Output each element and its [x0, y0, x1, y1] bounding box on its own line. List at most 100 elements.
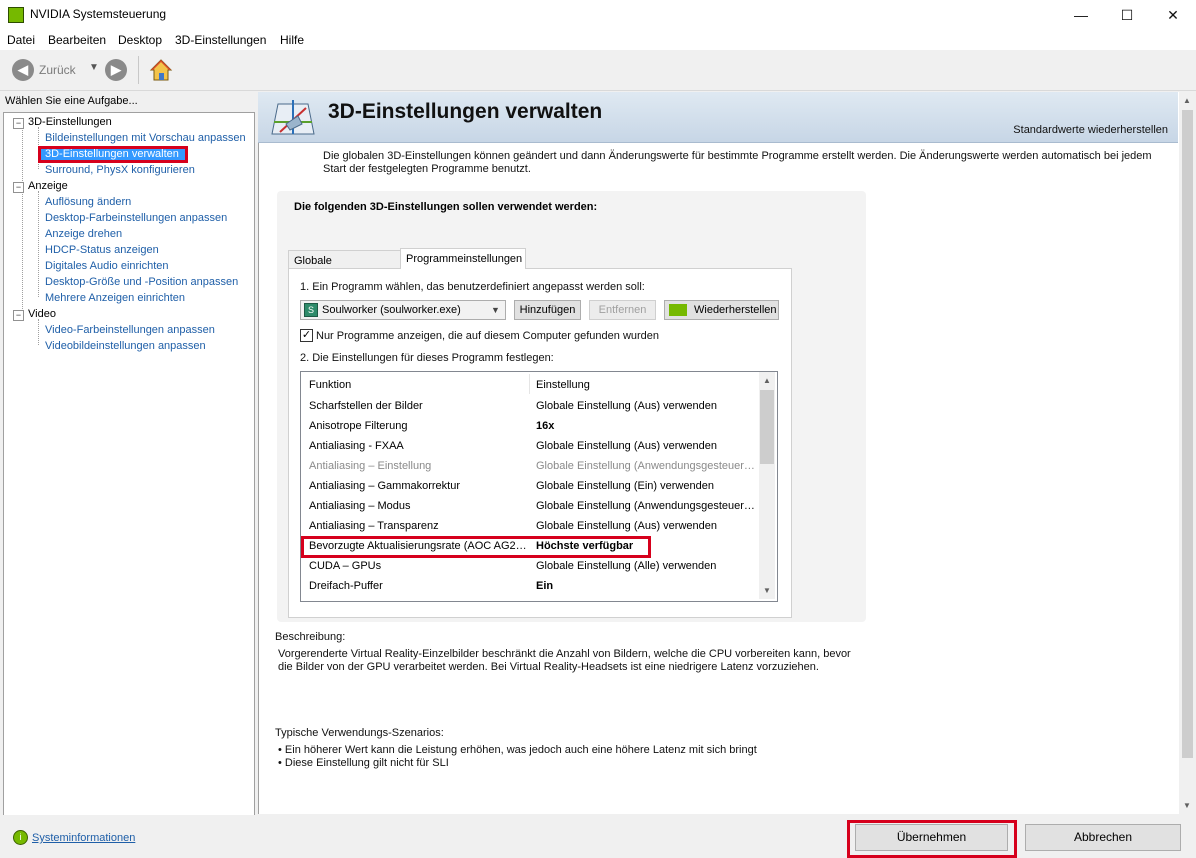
setting-value[interactable]: Globale Einstellung (Aus) verwenden: [536, 440, 756, 452]
menu-bearbeiten[interactable]: Bearbeiten: [48, 33, 106, 47]
add-program-button[interactable]: Hinzufügen: [514, 300, 581, 320]
back-button-label[interactable]: Zurück: [39, 63, 76, 77]
setting-value[interactable]: Globale Einstellung (Alle) verwenden: [536, 560, 756, 572]
tree-item-aufloesung[interactable]: Auflösung ändern: [45, 196, 131, 208]
toolbar: ◀ Zurück ▼ ▶: [0, 50, 1196, 91]
home-icon[interactable]: [149, 58, 173, 82]
settings-rows: Scharfstellen der Bilder Globale Einstell…: [301, 396, 759, 601]
tab-programmeinstellungen[interactable]: Programmeinstellungen: [400, 248, 526, 270]
collapse-video-icon[interactable]: −: [13, 310, 24, 321]
group-title: Die folgenden 3D-Einstellungen sollen ve…: [294, 201, 598, 213]
tree-item-desktop-groesse[interactable]: Desktop-Größe und -Position anpassen: [45, 276, 238, 288]
history-dropdown-icon[interactable]: ▼: [89, 62, 99, 73]
close-button[interactable]: ✕: [1150, 0, 1196, 30]
usage-label: Typische Verwendungs-Szenarios:: [275, 727, 444, 739]
page-title: 3D-Einstellungen verwalten: [328, 100, 603, 123]
tree-item-mehrere-anzeigen[interactable]: Mehrere Anzeigen einrichten: [45, 292, 185, 304]
settings-list-scrollbar-thumb[interactable]: [760, 390, 774, 464]
settings-list-header: Funktion Einstellung: [301, 372, 759, 396]
tree-item-surround[interactable]: Surround, PhysX konfigurieren: [45, 164, 195, 176]
column-header-funktion[interactable]: Funktion: [309, 379, 351, 391]
usage-item: • Ein höherer Wert kann die Leistung erh…: [278, 744, 757, 756]
nvidia-logo-icon: [669, 304, 687, 316]
menu-datei[interactable]: Datei: [7, 33, 35, 47]
setting-value[interactable]: Globale Einstellung (Aus) verwenden: [536, 400, 756, 412]
tree-category-3d[interactable]: 3D-Einstellungen: [28, 116, 112, 128]
step2-label: 2. Die Einstellungen für dieses Programm…: [300, 352, 554, 364]
setting-function: Antialiasing - FXAA: [309, 440, 404, 452]
settings-row[interactable]: Antialiasing – Gammakorrektur Globale Ein…: [301, 476, 759, 496]
setting-function: Bevorzugte Aktualisierungsrate (AOC AG2…: [309, 540, 527, 552]
tree-category-video[interactable]: Video: [28, 308, 56, 320]
setting-value[interactable]: Globale Einstellung (Aus) verwenden: [536, 520, 756, 532]
setting-value[interactable]: Höchste verfügbar: [536, 540, 756, 552]
setting-function: Anisotrope Filterung: [309, 420, 408, 432]
bullet-icon: •: [278, 757, 285, 769]
3d-settings-icon: [271, 100, 315, 135]
scroll-down-icon[interactable]: ▼: [1183, 801, 1191, 810]
tree-item-desktop-farbe[interactable]: Desktop-Farbeinstellungen anpassen: [45, 212, 227, 224]
window-title: NVIDIA Systemsteuerung: [30, 7, 167, 21]
remove-program-button[interactable]: Entfernen: [589, 300, 656, 320]
system-info-link[interactable]: Systeminformationen: [32, 832, 135, 844]
setting-function: Antialiasing – Gammakorrektur: [309, 480, 461, 492]
restore-program-button[interactable]: Wiederherstellen: [664, 300, 779, 320]
tree-category-anzeige[interactable]: Anzeige: [28, 180, 68, 192]
setting-function: CUDA – GPUs: [309, 560, 382, 572]
maximize-button[interactable]: ☐: [1104, 0, 1150, 30]
settings-row[interactable]: Bevorzugte Aktualisierungsrate (AOC AG2……: [301, 536, 759, 558]
settings-row[interactable]: Antialiasing – Modus Globale Einstellung …: [301, 496, 759, 516]
program-dropdown[interactable]: S Soulworker (soulworker.exe) ▼: [300, 300, 506, 320]
settings-row[interactable]: Antialiasing - FXAA Globale Einstellung (…: [301, 436, 759, 456]
forward-arrow-icon[interactable]: ▶: [105, 59, 127, 81]
collapse-anzeige-icon[interactable]: −: [13, 182, 24, 193]
cancel-button[interactable]: Abbrechen: [1025, 824, 1181, 851]
usage-item-text: Ein höherer Wert kann die Leistung erhöh…: [284, 744, 757, 756]
usage-item: • Diese Einstellung gilt nicht für SLI: [278, 757, 449, 769]
list-scroll-down-icon[interactable]: ▼: [763, 586, 771, 595]
step1-label: 1. Ein Programm wählen, das benutzerdefi…: [300, 281, 645, 293]
tree-item-digitales-audio[interactable]: Digitales Audio einrichten: [45, 260, 169, 272]
settings-row[interactable]: Scharfstellen der Bilder Globale Einstell…: [301, 396, 759, 416]
tree-item-video-farbe[interactable]: Video-Farbeinstellungen anpassen: [45, 324, 215, 336]
program-dropdown-value: Soulworker (soulworker.exe): [322, 304, 461, 316]
settings-row[interactable]: Anisotrope Filterung 16x: [301, 416, 759, 436]
setting-value[interactable]: Globale Einstellung (Anwendungsgesteuer…: [536, 460, 756, 472]
menu-desktop[interactable]: Desktop: [118, 33, 162, 47]
scroll-up-icon[interactable]: ▲: [1183, 96, 1191, 105]
setting-function: Dreifach-Puffer: [309, 580, 383, 592]
collapse-3d-icon[interactable]: −: [13, 118, 24, 129]
settings-row[interactable]: CUDA – GPUs Globale Einstellung (Alle) ve…: [301, 556, 759, 576]
menu-hilfe[interactable]: Hilfe: [280, 33, 304, 47]
column-divider: [529, 374, 530, 394]
minimize-button[interactable]: —: [1058, 0, 1104, 30]
settings-row[interactable]: Dreifach-Puffer Ein: [301, 576, 759, 596]
tree-item-3d-verwalten[interactable]: 3D-Einstellungen verwalten: [45, 148, 179, 160]
column-header-einstellung[interactable]: Einstellung: [536, 379, 590, 391]
tree-item-bildeinstellungen[interactable]: Bildeinstellungen mit Vorschau anpassen: [45, 132, 246, 144]
bottom-bar: i Systeminformationen Übernehmen Abbrech…: [0, 815, 1196, 858]
toolbar-divider: [138, 56, 139, 84]
settings-row[interactable]: Antialiasing – Transparenz Globale Einste…: [301, 516, 759, 536]
tree-item-videobild[interactable]: Videobildeinstellungen anpassen: [45, 340, 206, 352]
page-scrollbar-thumb[interactable]: [1182, 110, 1193, 758]
setting-value[interactable]: Ein: [536, 580, 756, 592]
title-bar: NVIDIA Systemsteuerung — ☐ ✕: [0, 0, 1196, 30]
only-found-programs-label: Nur Programme anzeigen, die auf diesem C…: [316, 330, 660, 342]
list-scroll-up-icon[interactable]: ▲: [763, 376, 771, 385]
restore-defaults-link[interactable]: Standardwerte wiederherstellen: [1013, 124, 1168, 136]
setting-value[interactable]: 16x: [536, 420, 756, 432]
setting-value[interactable]: Globale Einstellung (Anwendungsgesteuer…: [536, 500, 756, 512]
setting-value[interactable]: Globale Einstellung (Ein) verwenden: [536, 480, 756, 492]
settings-row[interactable]: Antialiasing – Einstellung Globale Einste…: [301, 456, 759, 476]
active-tab-connector: [401, 268, 525, 270]
tab-globale-einstellungen[interactable]: Globale Einstellungen: [288, 250, 401, 287]
soulworker-icon: S: [304, 303, 318, 317]
tree-item-anzeige-drehen[interactable]: Anzeige drehen: [45, 228, 122, 240]
back-arrow-icon[interactable]: ◀: [12, 59, 34, 81]
only-found-programs-checkbox[interactable]: ✓: [300, 329, 313, 342]
apply-button[interactable]: Übernehmen: [855, 824, 1008, 851]
tree-item-hdcp[interactable]: HDCP-Status anzeigen: [45, 244, 159, 256]
setting-function: Scharfstellen der Bilder: [309, 400, 423, 412]
menu-3d-einstellungen[interactable]: 3D-Einstellungen: [175, 33, 266, 47]
